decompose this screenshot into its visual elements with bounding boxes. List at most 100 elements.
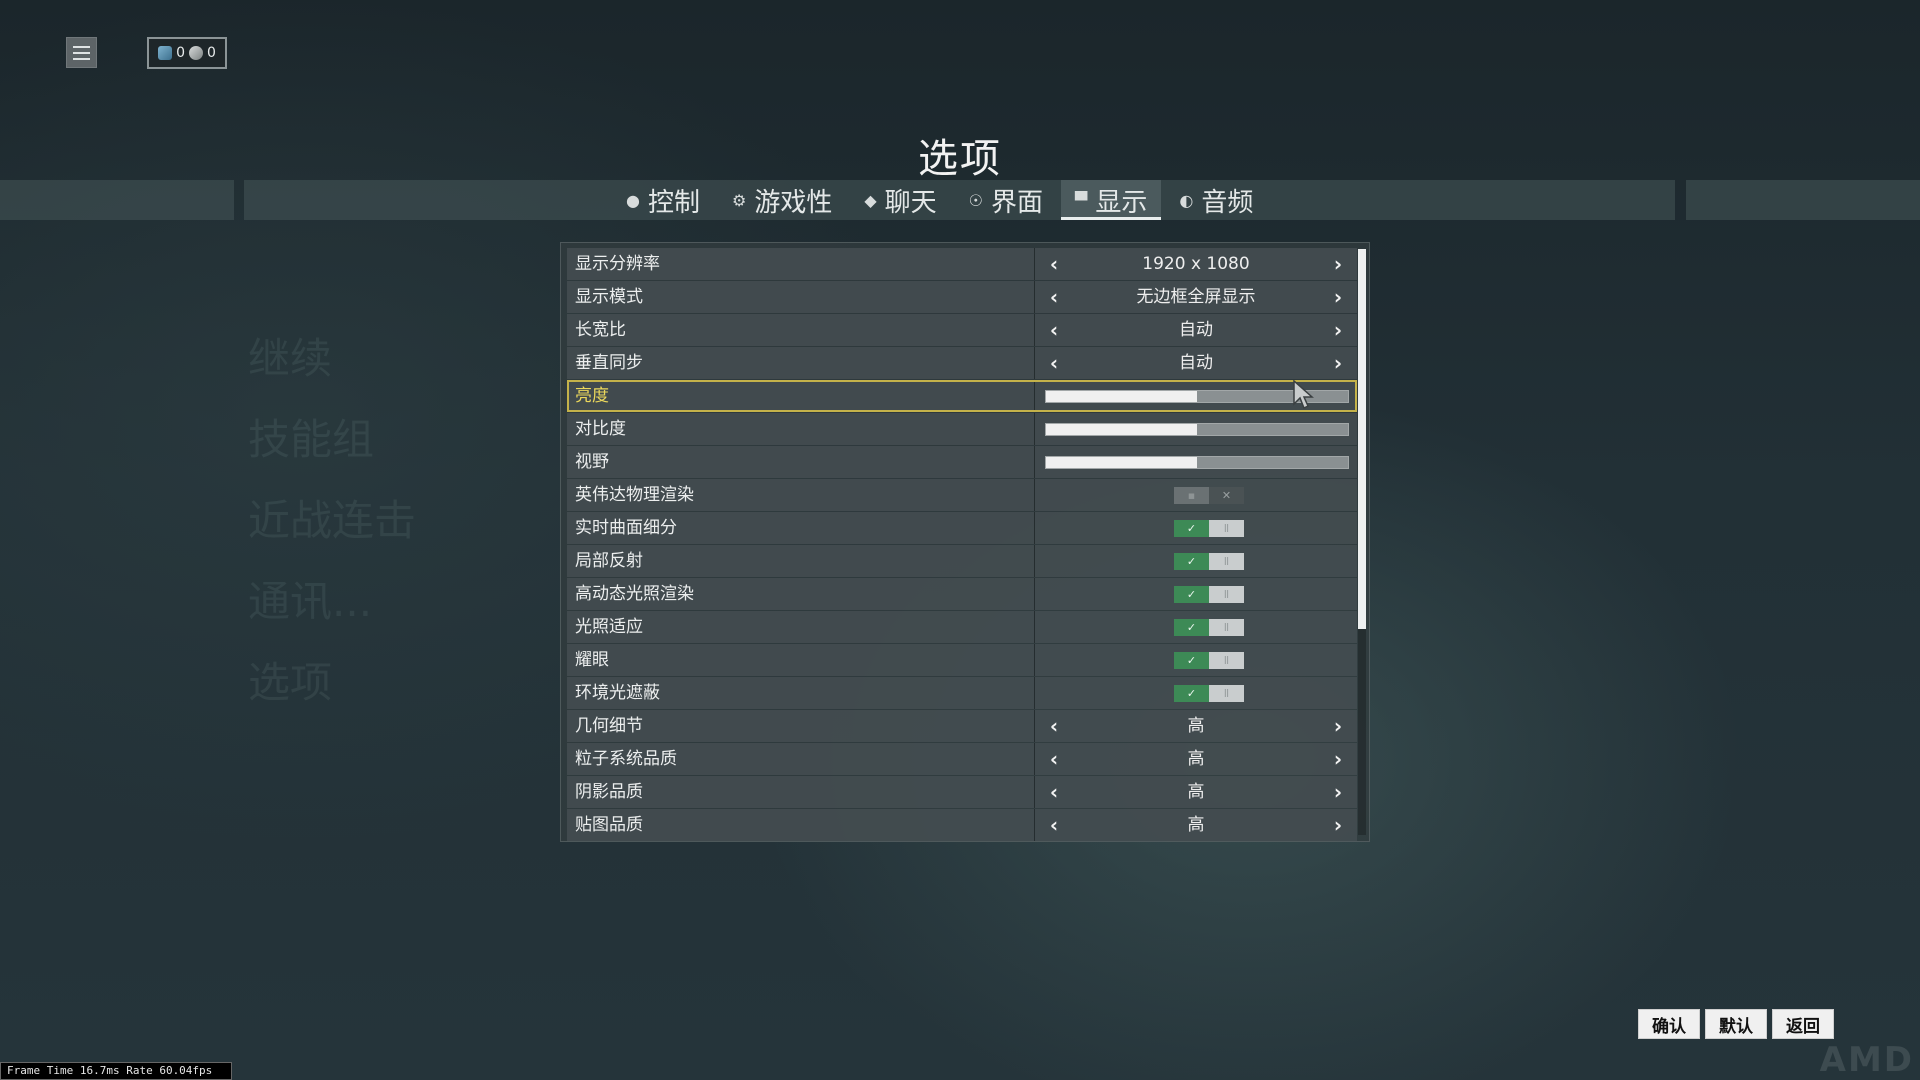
setting-value: 高 bbox=[1187, 782, 1205, 802]
setting-control: ‹ 1920 x 1080 › bbox=[1035, 248, 1357, 280]
currency-display[interactable]: 0 0 bbox=[147, 37, 227, 69]
setting-label: 环境光遮蔽 bbox=[567, 677, 1035, 709]
tab-display[interactable]: ▀ 显示 bbox=[1061, 180, 1162, 220]
chevron-right-icon[interactable]: › bbox=[1325, 314, 1351, 346]
setting-control: ✓ Ⅱ bbox=[1035, 611, 1357, 643]
setting-label: 光照适应 bbox=[567, 611, 1035, 643]
setting-row[interactable]: 贴图品质 ‹ 高 › bbox=[567, 809, 1357, 841]
setting-value: 高 bbox=[1187, 815, 1205, 835]
toggle-switch[interactable]: ✓ Ⅱ bbox=[1174, 619, 1244, 636]
setting-row[interactable]: 对比度 bbox=[567, 413, 1357, 445]
chevron-right-icon[interactable]: › bbox=[1325, 743, 1351, 775]
checkmark-icon: ✓ bbox=[1174, 619, 1209, 636]
setting-control: ‹ 高 › bbox=[1035, 809, 1357, 841]
toggle-handle-icon: Ⅱ bbox=[1209, 520, 1244, 537]
setting-row[interactable]: 环境光遮蔽 ✓ Ⅱ bbox=[567, 677, 1357, 709]
setting-row[interactable]: 局部反射 ✓ Ⅱ bbox=[567, 545, 1357, 577]
chevron-left-icon[interactable]: ‹ bbox=[1041, 248, 1067, 280]
credits-icon bbox=[189, 46, 203, 60]
speaker-icon: ◐ bbox=[1179, 190, 1194, 210]
toggle-handle-icon: Ⅱ bbox=[1209, 652, 1244, 669]
toggle-switch[interactable]: ✓ Ⅱ bbox=[1174, 685, 1244, 702]
setting-value: 自动 bbox=[1179, 353, 1213, 373]
setting-row[interactable]: 耀眼 ✓ Ⅱ bbox=[567, 644, 1357, 676]
chevron-left-icon[interactable]: ‹ bbox=[1041, 710, 1067, 742]
setting-row[interactable]: 亮度 bbox=[567, 380, 1357, 412]
chevron-right-icon[interactable]: › bbox=[1325, 248, 1351, 280]
ghost-menu-item: 继续 bbox=[248, 334, 333, 383]
slider-fill bbox=[1046, 391, 1197, 402]
scrollbar[interactable] bbox=[1358, 249, 1366, 835]
tab-label: 音频 bbox=[1201, 187, 1254, 218]
chevron-right-icon[interactable]: › bbox=[1325, 281, 1351, 313]
setting-value: 1920 x 1080 bbox=[1142, 254, 1250, 274]
tab-audio[interactable]: ◐ 音频 bbox=[1165, 180, 1267, 220]
chevron-right-icon[interactable]: › bbox=[1325, 710, 1351, 742]
setting-row[interactable]: 实时曲面细分 ✓ Ⅱ bbox=[567, 512, 1357, 544]
setting-value: 高 bbox=[1187, 749, 1205, 769]
setting-row[interactable]: 英伟达物理渲染 ▪ ✕ bbox=[567, 479, 1357, 511]
setting-label: 粒子系统品质 bbox=[567, 743, 1035, 775]
setting-label: 长宽比 bbox=[567, 314, 1035, 346]
checkmark-icon: ✓ bbox=[1174, 520, 1209, 537]
default-button[interactable]: 默认 bbox=[1705, 1009, 1767, 1039]
back-button[interactable]: 返回 bbox=[1772, 1009, 1834, 1039]
settings-panel: 显示分辨率 ‹ 1920 x 1080 › 显示模式 ‹ 无边框全屏显示 › 长宽比 ‹ 自动 › 垂直… bbox=[560, 242, 1370, 842]
credits-amount: 0 bbox=[207, 45, 216, 61]
action-buttons: 确认 默认 返回 bbox=[1638, 1009, 1834, 1039]
setting-row[interactable]: 长宽比 ‹ 自动 › bbox=[567, 314, 1357, 346]
gear-icon: ⚙ bbox=[731, 190, 747, 210]
tab-controls[interactable]: ● 控制 bbox=[612, 180, 714, 220]
chevron-right-icon[interactable]: › bbox=[1325, 809, 1351, 841]
chevron-right-icon[interactable]: › bbox=[1325, 776, 1351, 808]
menu-button[interactable] bbox=[66, 37, 97, 68]
chevron-left-icon[interactable]: ‹ bbox=[1041, 347, 1067, 379]
setting-label: 显示模式 bbox=[567, 281, 1035, 313]
setting-row[interactable]: 粒子系统品质 ‹ 高 › bbox=[567, 743, 1357, 775]
setting-row[interactable]: 显示分辨率 ‹ 1920 x 1080 › bbox=[567, 248, 1357, 280]
tab-label: 控制 bbox=[647, 187, 700, 218]
setting-row[interactable]: 显示模式 ‹ 无边框全屏显示 › bbox=[567, 281, 1357, 313]
scrollbar-thumb[interactable] bbox=[1358, 249, 1366, 629]
chevron-left-icon[interactable]: ‹ bbox=[1041, 776, 1067, 808]
confirm-button[interactable]: 确认 bbox=[1638, 1009, 1700, 1039]
setting-control: ‹ 自动 › bbox=[1035, 314, 1357, 346]
setting-row[interactable]: 视野 bbox=[567, 446, 1357, 478]
toggle-switch[interactable]: ✓ Ⅱ bbox=[1174, 553, 1244, 570]
setting-row[interactable]: 阴影品质 ‹ 高 › bbox=[567, 776, 1357, 808]
setting-label: 高动态光照渲染 bbox=[567, 578, 1035, 610]
setting-control: ‹ 无边框全屏显示 › bbox=[1035, 281, 1357, 313]
setting-control: ✓ Ⅱ bbox=[1035, 677, 1357, 709]
toggle-handle-icon: Ⅱ bbox=[1209, 553, 1244, 570]
toggle-on-segment-icon: ▪ bbox=[1174, 487, 1209, 504]
setting-row[interactable]: 几何细节 ‹ 高 › bbox=[567, 710, 1357, 742]
chevron-left-icon[interactable]: ‹ bbox=[1041, 314, 1067, 346]
setting-label: 贴图品质 bbox=[567, 809, 1035, 841]
slider[interactable] bbox=[1045, 423, 1349, 436]
setting-control: ‹ 高 › bbox=[1035, 710, 1357, 742]
setting-row[interactable]: 垂直同步 ‹ 自动 › bbox=[567, 347, 1357, 379]
setting-control: ✓ Ⅱ bbox=[1035, 578, 1357, 610]
setting-label: 显示分辨率 bbox=[567, 248, 1035, 280]
setting-row[interactable]: 光照适应 ✓ Ⅱ bbox=[567, 611, 1357, 643]
setting-control: ▪ ✕ bbox=[1035, 479, 1357, 511]
chevron-left-icon[interactable]: ‹ bbox=[1041, 743, 1067, 775]
toggle-switch[interactable]: ▪ ✕ bbox=[1174, 487, 1244, 504]
toggle-switch[interactable]: ✓ Ⅱ bbox=[1174, 652, 1244, 669]
checkmark-icon: ✓ bbox=[1174, 586, 1209, 603]
setting-control bbox=[1035, 413, 1357, 445]
chevron-right-icon[interactable]: › bbox=[1325, 347, 1351, 379]
slider[interactable] bbox=[1045, 456, 1349, 469]
setting-row[interactable]: 高动态光照渲染 ✓ Ⅱ bbox=[567, 578, 1357, 610]
setting-label: 耀眼 bbox=[567, 644, 1035, 676]
chevron-left-icon[interactable]: ‹ bbox=[1041, 281, 1067, 313]
checkmark-icon: ✓ bbox=[1174, 685, 1209, 702]
tab-chat[interactable]: ◆ 聊天 bbox=[850, 180, 950, 220]
tab-interface[interactable]: ☉ 界面 bbox=[955, 180, 1057, 220]
chevron-left-icon[interactable]: ‹ bbox=[1041, 809, 1067, 841]
toggle-switch[interactable]: ✓ Ⅱ bbox=[1174, 586, 1244, 603]
toggle-switch[interactable]: ✓ Ⅱ bbox=[1174, 520, 1244, 537]
tab-gameplay[interactable]: ⚙ 游戏性 bbox=[718, 180, 846, 220]
setting-value: 高 bbox=[1187, 716, 1205, 736]
ghost-menu-item: 近战连击 bbox=[248, 496, 417, 545]
